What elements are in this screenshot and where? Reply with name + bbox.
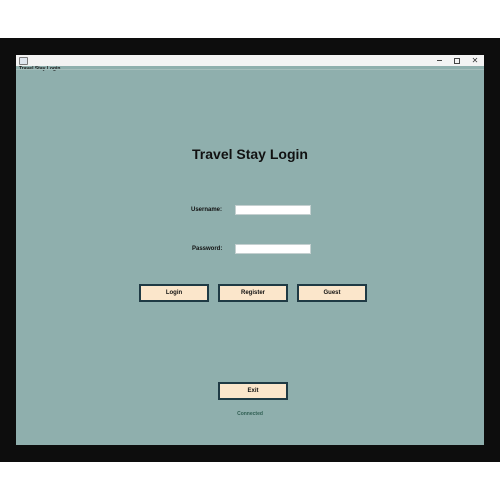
exit-button[interactable]: Exit (218, 382, 288, 400)
maximize-icon (454, 57, 460, 64)
username-input[interactable] (235, 205, 311, 215)
maximize-button[interactable] (448, 55, 466, 66)
window-controls: ✕ (430, 55, 484, 66)
minimize-icon (436, 60, 442, 61)
desktop-frame: ✕ Travel Stay Login Travel Stay Login Us… (0, 38, 500, 462)
close-icon: ✕ (471, 55, 479, 65)
guest-button[interactable]: Guest (297, 284, 367, 302)
app-icon (19, 57, 28, 65)
register-button[interactable]: Register (218, 284, 288, 302)
username-label: Username: (191, 207, 223, 213)
login-button[interactable]: Login (139, 284, 209, 302)
minimize-button[interactable] (430, 55, 448, 66)
window-titlebar[interactable]: ✕ (16, 55, 484, 66)
password-label: Password: (192, 246, 223, 252)
connection-status: Connected (237, 411, 263, 417)
page-title: Travel Stay Login (192, 146, 308, 162)
password-input[interactable] (235, 244, 311, 254)
close-button[interactable]: ✕ (466, 55, 484, 66)
app-window: ✕ Travel Stay Login Travel Stay Login Us… (16, 55, 484, 445)
frame-divider (16, 69, 484, 70)
